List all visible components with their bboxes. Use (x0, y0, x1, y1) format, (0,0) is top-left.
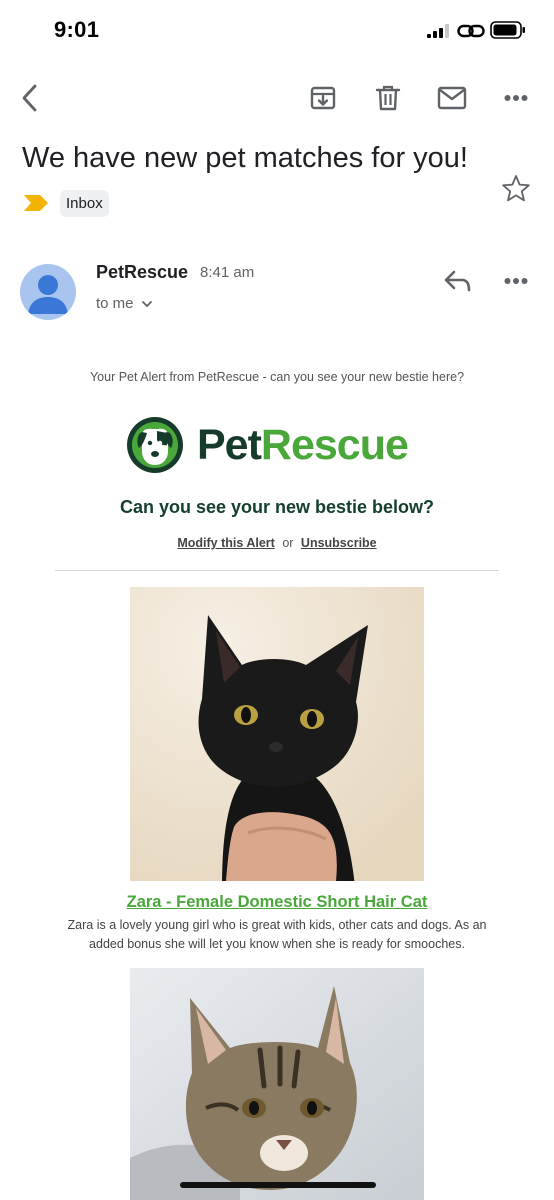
trash-icon (375, 85, 401, 111)
recipient-details-toggle[interactable]: to me (96, 295, 154, 312)
email-headline: Can you see your new bestie below? (119, 497, 435, 517)
inbox-label-chip[interactable]: Inbox (60, 189, 109, 217)
more-horizontal-icon (504, 278, 528, 284)
email-subject: We have new pet matches for you! (22, 142, 468, 174)
more-options-button[interactable] (496, 78, 536, 118)
email-toolbar (0, 70, 554, 124)
recipient-text: to me (96, 295, 134, 312)
reply-icon[interactable] (440, 266, 476, 296)
modify-alert-link[interactable]: Modify this Alert (177, 536, 274, 550)
mark-unread-button[interactable] (432, 78, 472, 118)
cellular-signal-icon (427, 24, 449, 38)
back-button[interactable] (10, 78, 50, 118)
alert-links: Modify this Alert or Unsubscribe (0, 536, 554, 550)
sender-avatar[interactable] (20, 264, 76, 320)
message-more-button[interactable] (498, 266, 534, 296)
pet-title-link[interactable]: Zara - Female Domestic Short Hair Cat (0, 893, 554, 912)
sender-name[interactable]: PetRescue (96, 262, 188, 283)
logo-wordmark: PetRescue (197, 420, 409, 470)
battery-icon (490, 21, 525, 39)
home-indicator[interactable] (180, 1182, 376, 1188)
archive-button[interactable] (303, 78, 343, 118)
unsubscribe-link[interactable]: Unsubscribe (301, 536, 377, 550)
sent-time: 8:41 am (200, 264, 255, 281)
more-horizontal-icon (504, 95, 528, 101)
links-separator: or (282, 536, 294, 550)
pet-photo-tabby-cat[interactable] (130, 968, 424, 1200)
petrescue-logo[interactable]: PetRescue (125, 414, 425, 476)
pet-description: Zara is a lovely young girl who is great… (67, 918, 487, 951)
logo-text-pet: Pet (197, 420, 262, 469)
logo-text-rescue: Rescue (260, 420, 409, 469)
chevron-down-icon (141, 300, 152, 307)
status-bar: 9:01 (0, 0, 554, 60)
pet-photo-black-cat[interactable] (130, 587, 424, 881)
star-icon[interactable] (500, 173, 532, 205)
black-cat-image (130, 587, 424, 881)
status-time: 9:01 (54, 17, 100, 42)
importance-marker-icon[interactable] (22, 193, 50, 213)
chevron-left-icon (22, 84, 37, 112)
mail-icon (437, 86, 467, 110)
email-preheader: Your Pet Alert from PetRescue - can you … (89, 370, 465, 384)
person-icon (28, 275, 68, 314)
tabby-cat-image (130, 968, 424, 1200)
archive-icon (310, 86, 336, 110)
label-row: Inbox (22, 188, 109, 218)
delete-button[interactable] (368, 78, 408, 118)
dog-logo-icon (127, 417, 183, 473)
personal-hotspot-icon (457, 24, 485, 38)
divider (55, 570, 499, 571)
